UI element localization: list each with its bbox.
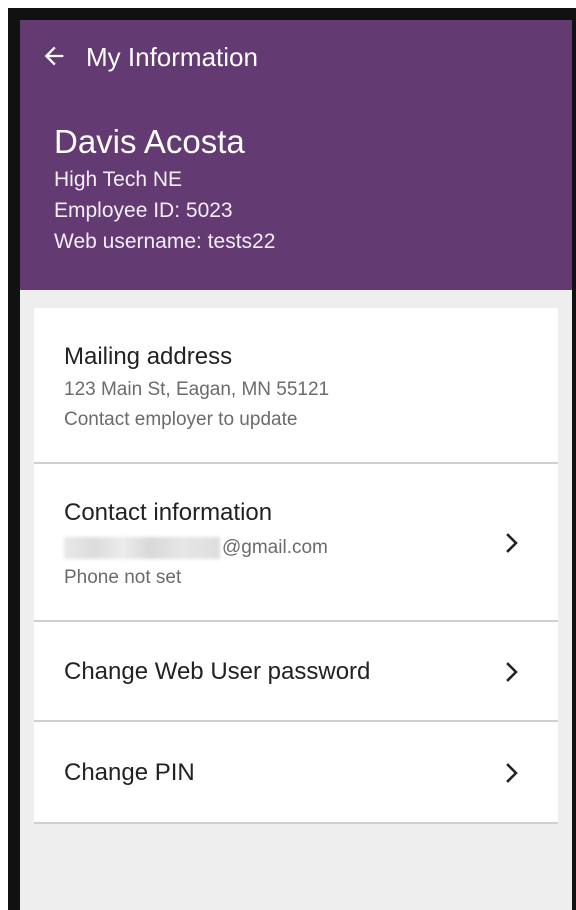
email-redacted-blur: [64, 537, 220, 559]
arrow-left-icon: [44, 46, 64, 66]
profile-summary: Davis Acosta High Tech NE Employee ID: 5…: [54, 122, 554, 257]
chevron-right-icon: [502, 657, 522, 687]
change-pin-label: Change PIN: [64, 759, 195, 786]
employee-name: Davis Acosta: [54, 123, 245, 160]
back-button[interactable]: [32, 34, 76, 78]
web-username: Web username: tests22: [54, 230, 276, 253]
mailing-address-value: 123 Main St, Eagan, MN 55121: [64, 379, 330, 400]
app-screen: My Information Davis Acosta High Tech NE…: [20, 20, 572, 910]
app-bar: My Information: [20, 20, 572, 96]
device-bezel-right: [572, 8, 576, 910]
profile-header: My Information Davis Acosta High Tech NE…: [20, 20, 572, 290]
company-name: High Tech NE: [54, 168, 183, 191]
device-bezel-left: [8, 8, 20, 910]
device-frame: My Information Davis Acosta High Tech NE…: [0, 0, 576, 910]
contact-information-item[interactable]: Contact information @gmail.com Phone not…: [34, 464, 558, 622]
page-title: My Information: [86, 42, 258, 72]
contact-information-title: Contact information: [64, 499, 273, 526]
phone-status: Phone not set: [64, 567, 182, 588]
chevron-right-icon: [502, 528, 522, 558]
device-bezel-top: [8, 8, 576, 20]
email-row: @gmail.com: [64, 534, 328, 562]
change-pin-item[interactable]: Change PIN: [34, 722, 558, 824]
mailing-address-title: Mailing address: [64, 343, 233, 370]
chevron-right-icon: [502, 758, 522, 788]
change-web-password-label: Change Web User password: [64, 658, 371, 685]
mailing-address-card: Mailing address 123 Main St, Eagan, MN 5…: [34, 308, 558, 464]
email-domain: @gmail.com: [222, 537, 328, 558]
employee-id: Employee ID: 5023: [54, 199, 233, 222]
mailing-address-note: Contact employer to update: [64, 409, 298, 430]
change-web-password-item[interactable]: Change Web User password: [34, 622, 558, 722]
